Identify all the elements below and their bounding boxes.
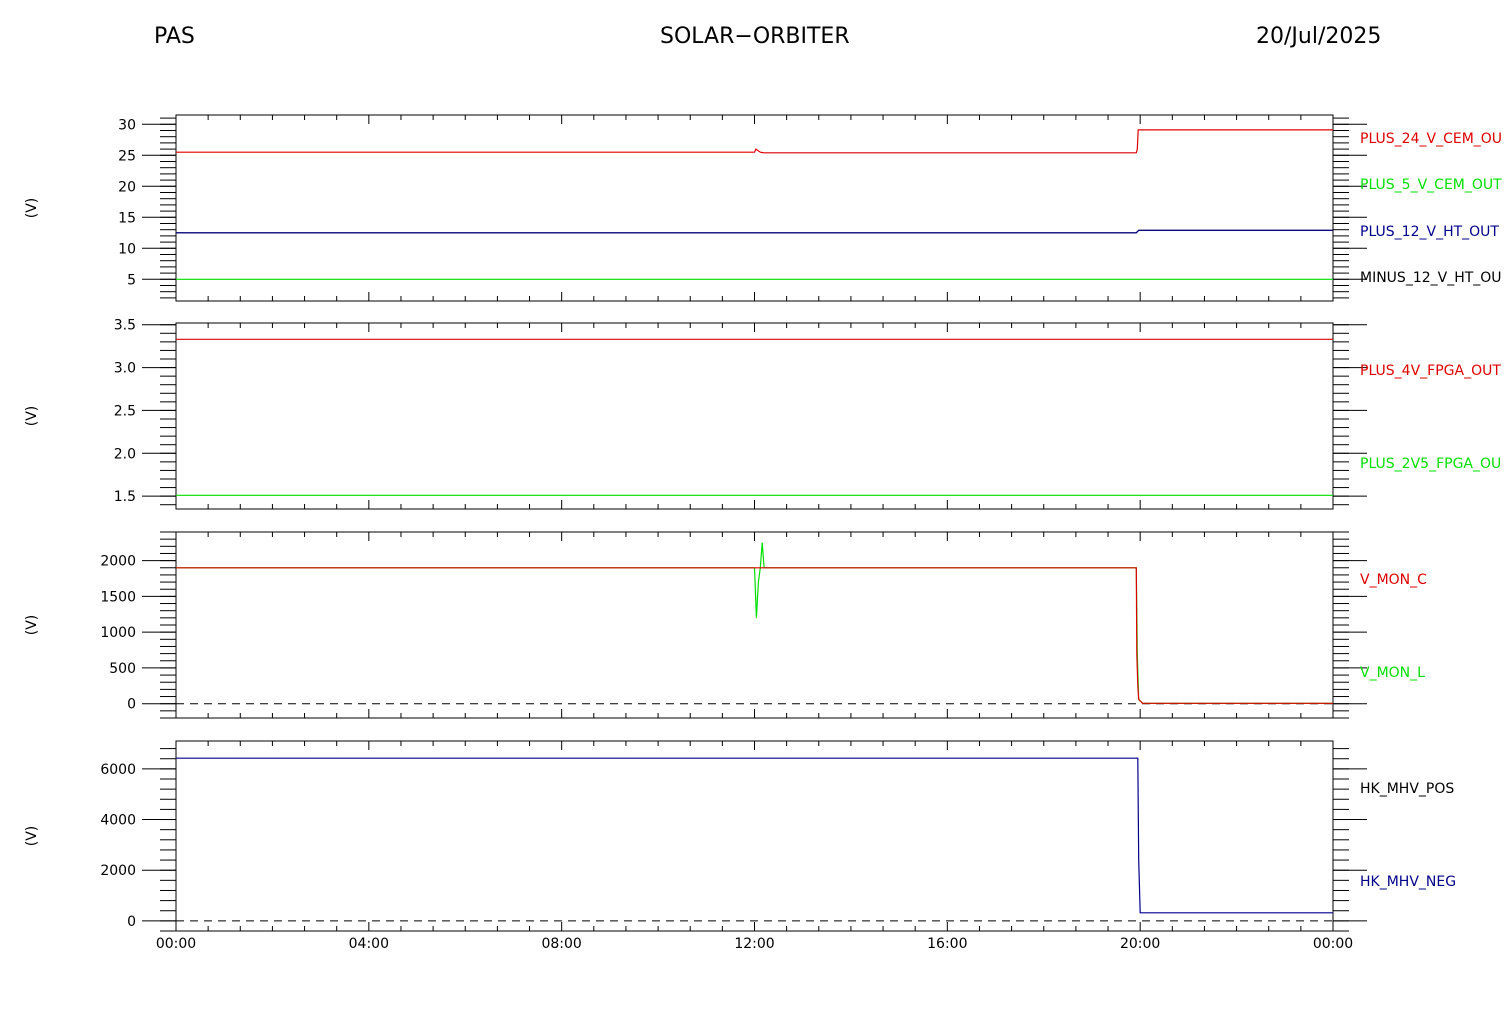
x-tick-label: 08:00 [541, 936, 581, 952]
x-tick-label: 12:00 [734, 936, 774, 952]
y-tick-label: 25 [118, 148, 136, 164]
y-tick-label: 2.0 [114, 446, 136, 462]
series-line [176, 129, 1333, 154]
series-line [176, 757, 1333, 914]
x-tick-label: 16:00 [927, 936, 967, 952]
legend-label: MINUS_12_V_HT_OU [1360, 270, 1502, 286]
y-tick-label: 6000 [100, 762, 136, 778]
legend-label: PLUS_5_V_CEM_OUT [1360, 177, 1502, 193]
y-tick-label: 0 [127, 697, 136, 713]
legend-label: HK_MHV_POS [1360, 781, 1454, 797]
y-tick-label: 1000 [100, 625, 136, 641]
y-axis-label: (V) [24, 615, 40, 636]
y-tick-label: 0 [127, 914, 136, 930]
y-tick-label: 1500 [100, 589, 136, 605]
series-line [176, 567, 1333, 704]
y-tick-label: 500 [109, 661, 136, 677]
series-line [176, 229, 1333, 234]
legend-label: PLUS_12_V_HT_OUT [1360, 224, 1499, 240]
y-tick-label: 10 [118, 241, 136, 257]
y-tick-label: 3.0 [114, 361, 136, 377]
panel-frame [175, 740, 1334, 932]
x-tick-label: 00:00 [1313, 936, 1353, 952]
x-tick-label: 00:00 [156, 936, 196, 952]
y-tick-label: 2000 [100, 554, 136, 570]
y-tick-label: 4000 [100, 813, 136, 829]
legend-label: PLUS_2V5_FPGA_OU [1360, 456, 1501, 472]
y-tick-label: 30 [118, 117, 136, 133]
y-tick-label: 3.5 [114, 318, 136, 334]
y-tick-label: 2000 [100, 863, 136, 879]
x-tick-label: 20:00 [1120, 936, 1160, 952]
panel-frame [175, 114, 1334, 302]
y-tick-label: 15 [118, 210, 136, 226]
multi-panel-chart: 5 10 15 20 25 30 (V) PLUS_24_V_CEM_OU PLUS_5_V_C… [24, 114, 1502, 952]
panel-frame [175, 531, 1334, 719]
series-line [176, 542, 1333, 704]
legend-label: V_MON_C [1360, 572, 1427, 588]
panel-frame [175, 322, 1334, 510]
y-axis-label: (V) [24, 826, 40, 847]
legend-label: HK_MHV_NEG [1360, 874, 1456, 890]
y-tick-label: 1.5 [114, 489, 136, 505]
y-axis-label: (V) [24, 406, 40, 427]
legend-label: PLUS_4V_FPGA_OUT [1360, 363, 1501, 379]
x-tick-label: 04:00 [349, 936, 389, 952]
legend-label: V_MON_L [1360, 665, 1425, 681]
y-axis-label: (V) [24, 198, 40, 219]
legend-label: PLUS_24_V_CEM_OU [1360, 131, 1502, 147]
y-tick-label: 5 [127, 272, 136, 288]
y-tick-label: 20 [118, 179, 136, 195]
y-tick-label: 2.5 [114, 403, 136, 419]
